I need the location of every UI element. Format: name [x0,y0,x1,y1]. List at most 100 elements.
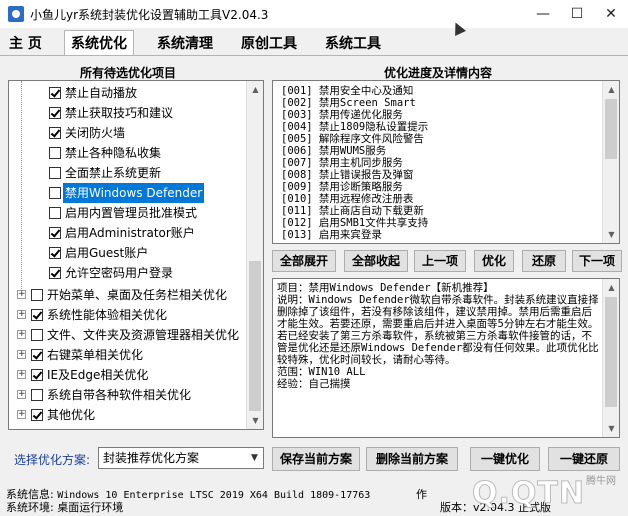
expand-plus-icon[interactable]: + [17,410,26,419]
tab-system-optimize[interactable]: 系统优化 [64,30,134,56]
prev-item-button[interactable]: 上一项 [414,250,466,272]
scroll-down-icon[interactable]: ▼ [247,412,263,429]
group-label: 其他优化 [47,408,96,422]
expand-plus-icon[interactable]: + [17,370,26,379]
one-click-restore-button[interactable]: 一键还原 [548,447,620,471]
list-item[interactable]: [005] 解除程序文件风险警告 [281,133,424,145]
scroll-up-icon[interactable]: ▲ [603,81,619,98]
maximize-button[interactable]: ☐ [560,0,594,28]
list-item[interactable]: [009] 禁用诊断策略服务 [281,181,403,193]
save-scheme-button[interactable]: 保存当前方案 [272,447,360,471]
group-checkbox[interactable] [31,349,43,361]
collapse-all-button[interactable]: 全部收起 [344,250,408,272]
item-checkbox[interactable] [49,87,61,99]
close-button[interactable]: ✕ [594,0,628,28]
detail-experience: 经验：自己揣摸 [277,378,351,390]
watermark-text: Q.QTN [472,476,585,512]
sysinfo-value: Windows 10 Enterprise LTSC 2019 X64 Buil… [57,490,371,501]
detail-item-line: 项目：禁用Windows Defender【新机推荐】 [277,282,494,294]
list-item[interactable]: [007] 禁用主机同步服务 [281,157,403,169]
tab-home[interactable]: 主 页 [2,30,49,56]
sysinfo-label: 系统信息: [6,488,54,501]
list-item[interactable]: [011] 禁止商店自动下载更新 [281,205,424,217]
group-checkbox[interactable] [31,409,43,421]
scroll-up-icon[interactable]: ▲ [247,81,263,98]
delete-scheme-button[interactable]: 删除当前方案 [366,447,458,471]
system-info: 系统信息: Windows 10 Enterprise LTSC 2019 X6… [6,488,370,502]
list-item[interactable]: [010] 禁用远程修改注册表 [281,193,413,205]
main-tabs: 主 页 系统优化 系统清理 原创工具 系统工具 [0,30,628,56]
sysenv-label: 系统环境: [6,501,54,514]
detail-scope: 范围：WIN10 ALL [277,366,366,378]
left-panel-header: 所有待选优化项目 [80,66,177,80]
author-label: 作 [416,488,427,501]
app-fish-icon [8,6,24,22]
item-label: 允许空密码用户登录 [65,266,174,280]
scroll-thumb[interactable] [249,261,261,411]
tab-system-clean[interactable]: 系统清理 [150,30,220,56]
detail-description: 说明：Windows Defender微软自带杀毒软件。封装系统建议直接择删除掉… [277,294,599,366]
scheme-select[interactable]: 封装推荐优化方案 ▼ [98,447,264,469]
scroll-down-icon[interactable]: ▼ [603,420,619,437]
item-label: 禁止各种隐私收集 [65,146,162,160]
item-checkbox[interactable] [49,187,61,199]
list-item[interactable]: [006] 禁用WUMS服务 [281,145,386,157]
tab-system-tools[interactable]: 系统工具 [318,30,388,56]
optimize-button[interactable]: 优化 [474,250,514,272]
progress-scrollbar[interactable]: ▲ ▼ [602,81,619,243]
expand-plus-icon[interactable]: + [17,350,26,359]
group-checkbox[interactable] [31,309,43,321]
expand-plus-icon[interactable]: + [17,390,26,399]
item-checkbox[interactable] [49,227,61,239]
window-title: 小鱼儿yr系统封装优化设置辅助工具V2.04.3 [30,8,269,22]
tree-guide-line [21,81,22,289]
scroll-up-icon[interactable]: ▲ [603,279,619,296]
list-item[interactable]: [002] 禁用Screen Smart [281,97,416,109]
item-checkbox[interactable] [49,107,61,119]
item-label: 关闭防火墙 [65,126,126,140]
progress-list[interactable]: [001] 禁用安全中心及通知 [002] 禁用Screen Smart [00… [272,80,620,244]
next-item-button[interactable]: 下一项 [572,250,622,272]
detail-textbox[interactable]: 项目：禁用Windows Defender【新机推荐】 说明：Windows D… [272,278,620,438]
group-checkbox[interactable] [31,329,43,341]
item-label: 全面禁止系统更新 [65,166,162,180]
group-checkbox[interactable] [31,389,43,401]
system-env: 系统环境: 桌面运行环境 [6,501,123,514]
item-checkbox[interactable] [49,247,61,259]
list-item[interactable]: [001] 禁用安全中心及通知 [281,85,413,97]
item-label: 启用Guest账户 [65,246,149,260]
expand-plus-icon[interactable]: + [17,310,26,319]
minimize-button[interactable]: — [526,0,560,28]
group-checkbox[interactable] [31,369,43,381]
list-item[interactable]: [008] 禁止错误报告及弹窗 [281,169,413,181]
item-label: 禁止获取技巧和建议 [65,106,174,120]
list-item[interactable]: [004] 禁止1809隐私设置提示 [281,121,428,133]
group-checkbox[interactable] [31,289,43,301]
scroll-down-icon[interactable]: ▼ [603,226,619,243]
chevron-down-icon[interactable]: ▼ [246,448,263,468]
list-item[interactable]: [003] 禁用传递优化服务 [281,109,403,121]
group-label: 文件、文件夹及资源管理器相关优化 [47,328,240,342]
scroll-thumb[interactable] [605,297,617,407]
item-checkbox[interactable] [49,207,61,219]
expand-all-button[interactable]: 全部展开 [272,250,336,272]
item-checkbox[interactable] [49,167,61,179]
item-checkbox[interactable] [49,147,61,159]
list-item[interactable]: [012] 启用SMB1文件共享支持 [281,217,428,229]
detail-scrollbar[interactable]: ▲ ▼ [602,279,619,437]
item-checkbox[interactable] [49,267,61,279]
expand-plus-icon[interactable]: + [17,330,26,339]
expand-plus-icon[interactable]: + [17,290,26,299]
sysenv-value: 桌面运行环境 [57,501,124,514]
list-item[interactable]: [013] 启用来宾登录 [281,229,382,241]
restore-button[interactable]: 还原 [522,250,566,272]
group-label: 系统自带各种软件相关优化 [47,388,192,402]
optimization-tree[interactable]: 禁止自动播放 禁止获取技巧和建议 关闭防火墙 禁止各种隐私收集 全面禁止系统更新… [8,80,264,430]
item-checkbox[interactable] [49,127,61,139]
item-label: 禁止自动播放 [65,86,138,100]
tab-original-tools[interactable]: 原创工具 [234,30,304,56]
scroll-thumb[interactable] [605,99,617,159]
group-label: 右键菜单相关优化 [47,348,144,362]
tree-scrollbar[interactable]: ▲ ▼ [246,81,263,429]
one-click-optimize-button[interactable]: 一键优化 [470,447,540,471]
